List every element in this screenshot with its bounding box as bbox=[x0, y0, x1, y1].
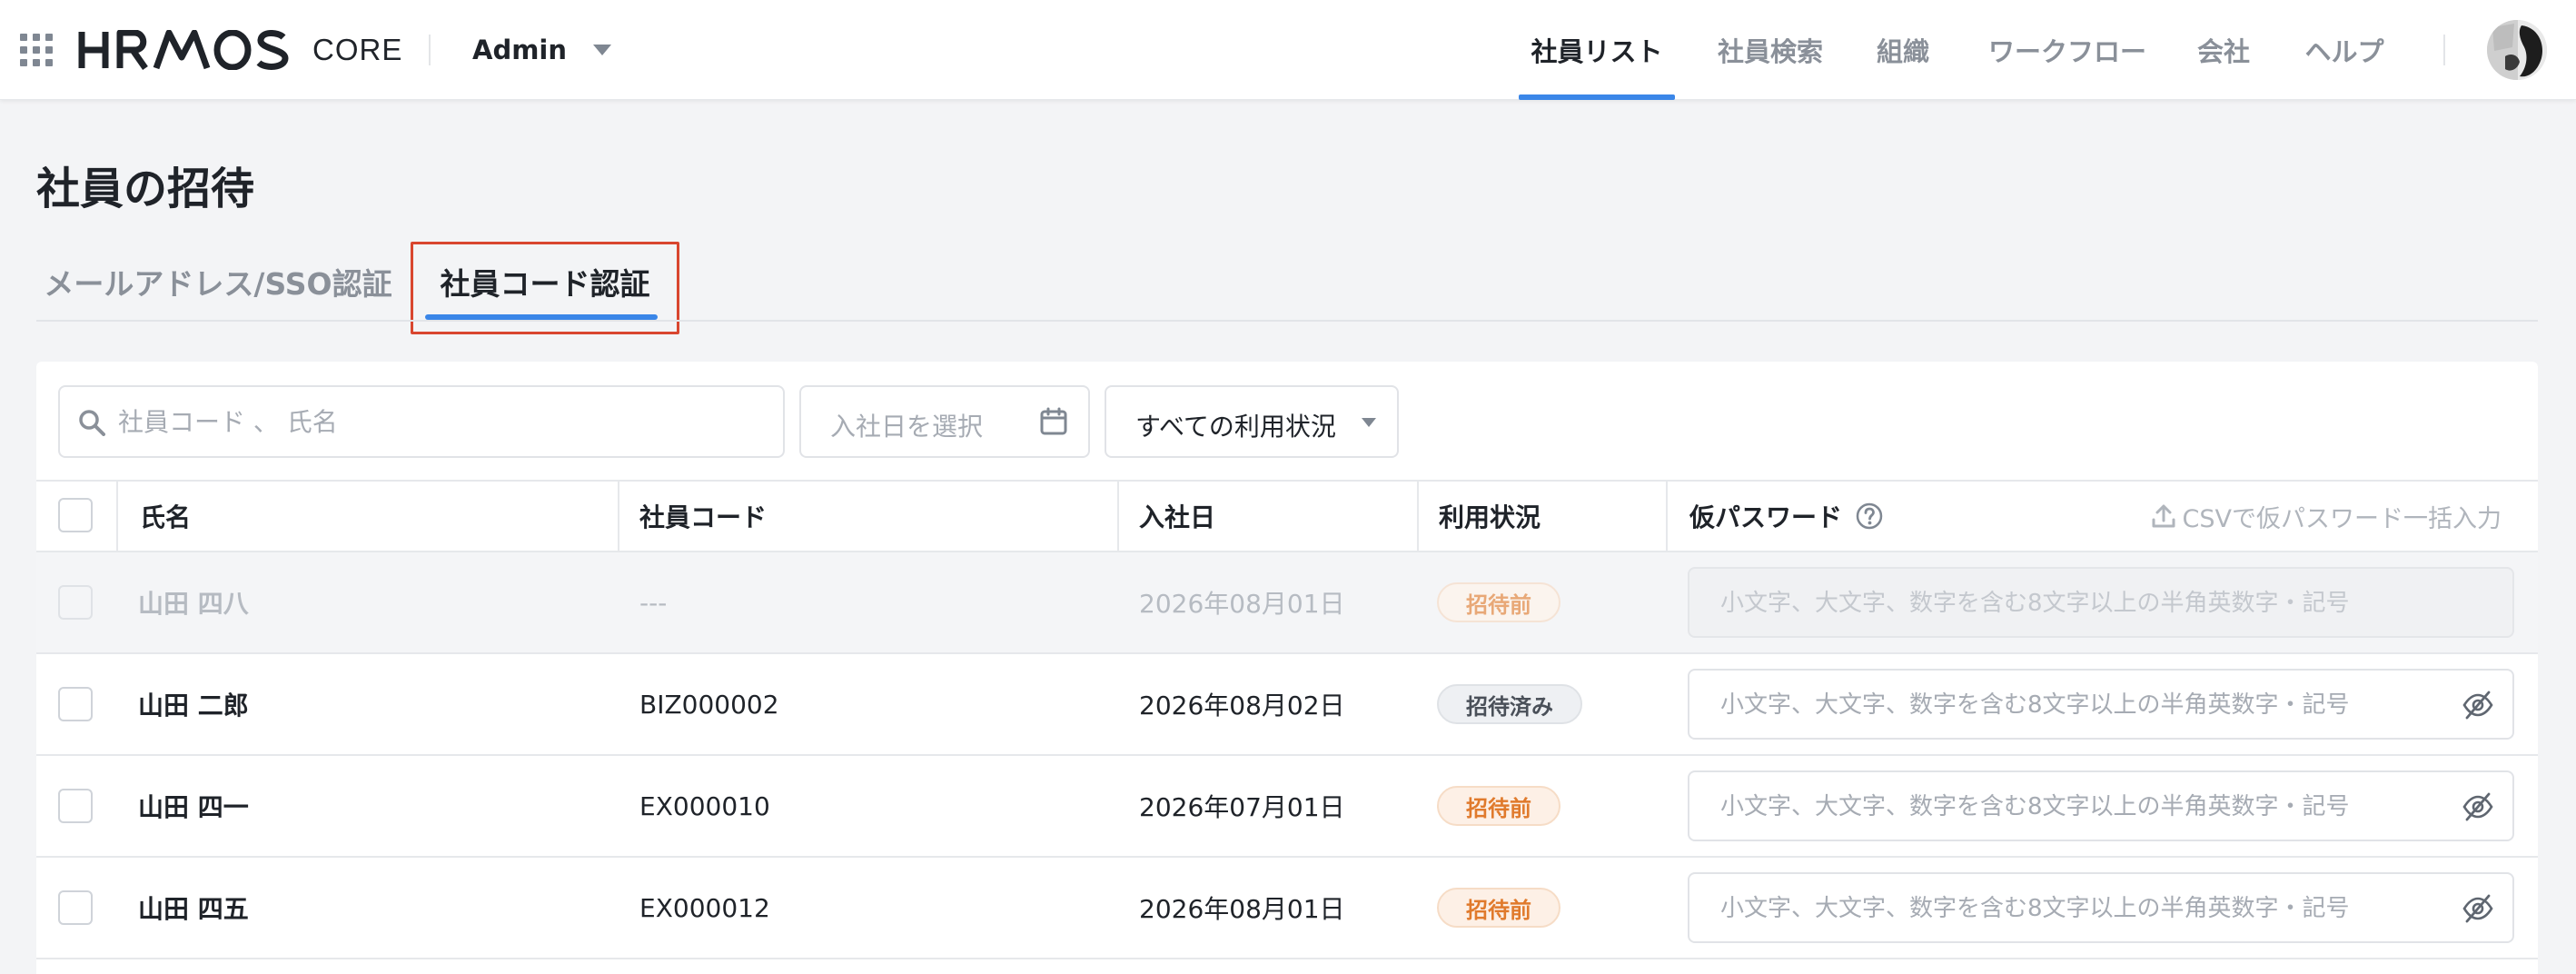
caret-down-icon bbox=[593, 45, 612, 55]
cell-status: 招待済み bbox=[1437, 654, 1582, 754]
search-icon bbox=[79, 410, 105, 436]
nav-label: 社員リスト bbox=[1531, 36, 1663, 67]
calendar-icon bbox=[1040, 407, 1067, 435]
search-input[interactable] bbox=[118, 400, 754, 443]
cell-name: 山田 四五 bbox=[138, 894, 249, 924]
status-filter-select[interactable]: すべての利用状況 bbox=[1105, 385, 1399, 458]
brand-logo[interactable]: CORE bbox=[78, 25, 402, 75]
top-header: CORE Admin 社員リスト 社員検索 組織 ワークフロー 会社 ヘルプ bbox=[0, 0, 2576, 100]
table-row: 山田 四五 EX000012 2026年08月01日 招待前 bbox=[36, 858, 2538, 959]
apps-grid-icon[interactable] bbox=[18, 32, 54, 68]
csv-bulk-password-label: CSVで仮パスワード一括入力 bbox=[2182, 504, 2502, 533]
header-name: 氏名 bbox=[140, 502, 192, 532]
nav-label: 組織 bbox=[1876, 36, 1929, 67]
column-divider bbox=[116, 482, 118, 551]
header-temp-password-label: 仮パスワード bbox=[1689, 502, 1843, 532]
eye-off-icon[interactable] bbox=[2462, 689, 2494, 721]
nav-organization[interactable]: 組織 bbox=[1866, 0, 1940, 100]
temp-password-field[interactable] bbox=[1688, 669, 2514, 740]
caret-down-icon bbox=[1362, 418, 1376, 427]
column-divider bbox=[618, 482, 619, 551]
nav-company[interactable]: 会社 bbox=[2185, 0, 2262, 100]
table-header: 氏名 社員コード 入社日 利用状況 仮パスワード CSVで仮パスワード一括入力 bbox=[36, 480, 2538, 552]
cell-join-date: 2026年08月02日 bbox=[1139, 691, 1345, 721]
row-checkbox[interactable] bbox=[58, 890, 93, 925]
account-switcher[interactable]: Admin bbox=[472, 27, 612, 73]
brand-sub: CORE bbox=[312, 33, 403, 66]
status-badge: 招待前 bbox=[1437, 786, 1560, 826]
eye-off-icon[interactable] bbox=[2462, 892, 2494, 925]
avatar[interactable] bbox=[2487, 20, 2547, 80]
header-temp-password: 仮パスワード bbox=[1689, 482, 1884, 551]
nav-employee-search[interactable]: 社員検索 bbox=[1708, 0, 1833, 100]
eye-off-icon[interactable] bbox=[2462, 790, 2494, 823]
nav-label: ワークフロー bbox=[1987, 36, 2146, 67]
row-checkbox[interactable] bbox=[58, 585, 93, 620]
cell-join-date: 2026年08月01日 bbox=[1139, 589, 1345, 619]
tabs-divider bbox=[36, 320, 2538, 322]
temp-password-field[interactable] bbox=[1688, 770, 2514, 841]
tab-label: メールアドレス/SSO認証 bbox=[44, 266, 392, 302]
status-filter-value: すべての利用状況 bbox=[1135, 412, 1336, 442]
cell-employee-code: EX000012 bbox=[639, 892, 770, 923]
header-employee-code: 社員コード bbox=[639, 502, 768, 532]
user-avatar-image bbox=[2487, 20, 2547, 80]
cell-name: 山田 二郎 bbox=[138, 691, 249, 721]
help-circle-icon[interactable] bbox=[1855, 502, 1884, 531]
cell-status: 招待前 bbox=[1437, 858, 1560, 958]
row-checkbox[interactable] bbox=[58, 789, 93, 823]
status-badge: 招待前 bbox=[1437, 582, 1560, 622]
join-date-picker[interactable]: 入社日を選択 bbox=[799, 385, 1090, 458]
temp-password-input[interactable] bbox=[1720, 683, 2447, 727]
temp-password-input[interactable] bbox=[1720, 785, 2447, 829]
tab-email-sso[interactable]: メールアドレス/SSO認証 bbox=[44, 245, 391, 318]
header-divider bbox=[429, 35, 431, 65]
cell-employee-code: BIZ000002 bbox=[639, 689, 779, 720]
nav-workflow[interactable]: ワークフロー bbox=[1977, 0, 2158, 100]
nav-label: ヘルプ bbox=[2304, 36, 2384, 67]
nav-label: 会社 bbox=[2196, 36, 2250, 67]
header-status: 利用状況 bbox=[1439, 502, 1541, 532]
cell-employee-code: EX000010 bbox=[639, 790, 770, 821]
nav-employee-list[interactable]: 社員リスト bbox=[1519, 0, 1675, 100]
cell-status: 招待前 bbox=[1437, 552, 1560, 652]
temp-password-input[interactable] bbox=[1720, 887, 2447, 930]
temp-password-field[interactable] bbox=[1688, 872, 2514, 943]
hrmos-logo bbox=[78, 30, 289, 70]
account-label: Admin bbox=[472, 35, 568, 65]
search-field[interactable] bbox=[58, 385, 785, 458]
row-checkbox[interactable] bbox=[58, 687, 93, 721]
tab-label: 社員コード認証 bbox=[440, 266, 650, 302]
invite-card: 入社日を選択 すべての利用状況 氏名 社員コード 入社日 利用状況 仮パスワード bbox=[36, 362, 2538, 974]
header-divider bbox=[2443, 35, 2445, 65]
upload-icon bbox=[2152, 504, 2175, 528]
cell-name: 山田 四一 bbox=[138, 792, 249, 822]
csv-bulk-password-button[interactable]: CSVで仮パスワード一括入力 bbox=[2150, 482, 2502, 551]
nav-active-indicator bbox=[1519, 94, 1675, 100]
nav-label: 社員検索 bbox=[1717, 36, 1823, 67]
cell-join-date: 2026年08月01日 bbox=[1139, 894, 1345, 924]
column-divider bbox=[1417, 482, 1419, 551]
column-divider bbox=[1117, 482, 1119, 551]
date-placeholder: 入社日を選択 bbox=[830, 412, 984, 442]
select-all-checkbox[interactable] bbox=[58, 498, 93, 532]
status-badge: 招待前 bbox=[1437, 888, 1560, 928]
temp-password-field bbox=[1688, 567, 2514, 638]
cell-employee-code: --- bbox=[639, 587, 668, 618]
tab-employee-code[interactable]: 社員コード認証 bbox=[411, 245, 679, 318]
cell-name: 山田 四八 bbox=[138, 589, 249, 619]
page-title: 社員の招待 bbox=[36, 164, 255, 214]
status-badge: 招待済み bbox=[1437, 684, 1582, 724]
table-row: 山田 四一 EX000010 2026年07月01日 招待前 bbox=[36, 756, 2538, 858]
table-row: 山田 四八 --- 2026年08月01日 招待前 bbox=[36, 552, 2538, 654]
cell-status: 招待前 bbox=[1437, 756, 1560, 856]
header-join-date: 入社日 bbox=[1139, 502, 1216, 532]
nav-help[interactable]: ヘルプ bbox=[2294, 0, 2394, 100]
column-divider bbox=[1666, 482, 1668, 551]
temp-password-input bbox=[1720, 581, 2447, 625]
cell-join-date: 2026年07月01日 bbox=[1139, 792, 1345, 822]
table-row: 山田 二郎 BIZ000002 2026年08月02日 招待済み bbox=[36, 654, 2538, 756]
